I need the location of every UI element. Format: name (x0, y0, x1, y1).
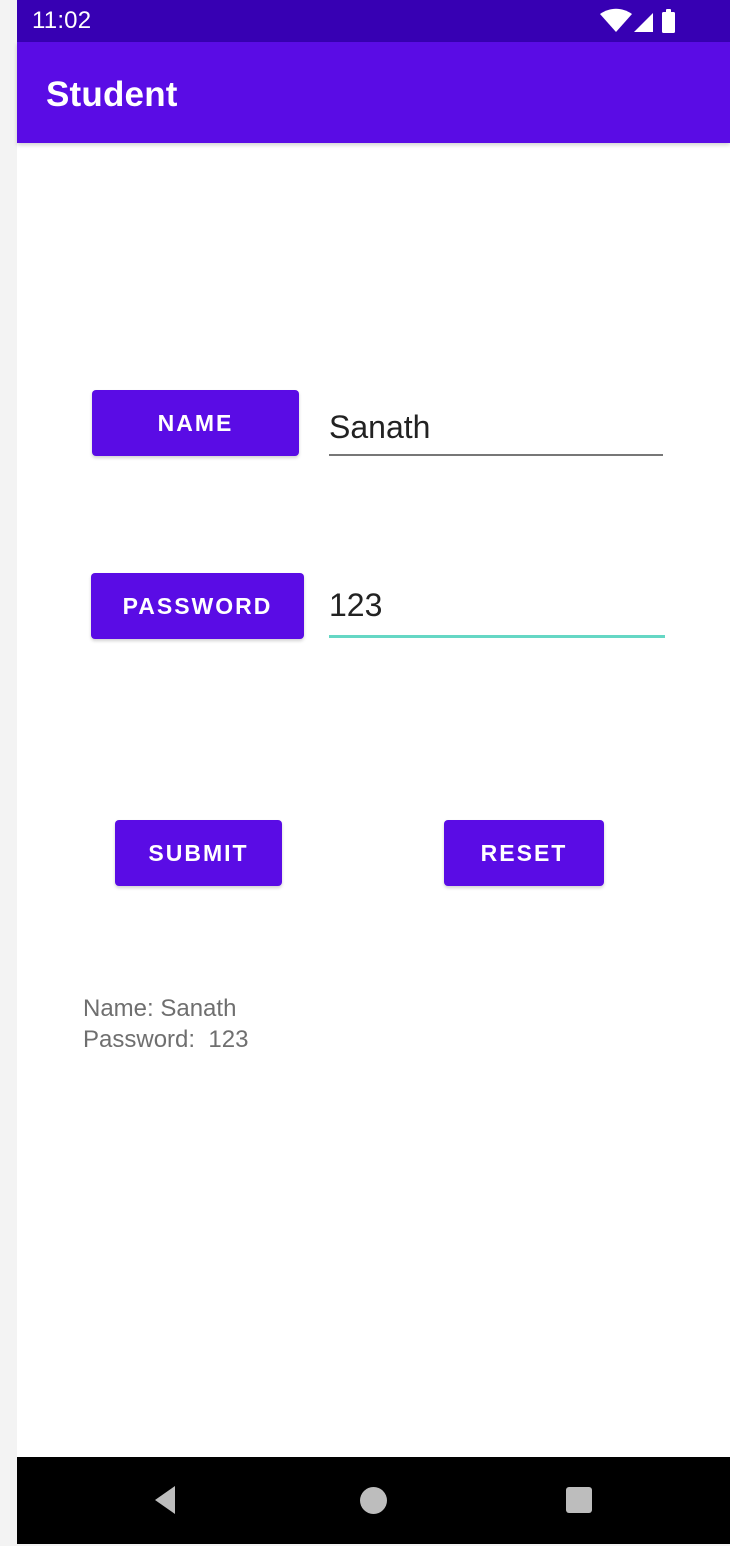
submit-button[interactable]: SUBMIT (115, 820, 282, 886)
name-input-value: Sanath (329, 409, 431, 445)
battery-icon (662, 9, 675, 33)
recents-button[interactable] (564, 1485, 594, 1515)
status-time: 11:02 (32, 7, 92, 34)
wifi-icon (600, 8, 632, 32)
password-input-value: 123 (329, 587, 383, 623)
recents-icon (566, 1487, 592, 1513)
output-text: Name: Sanath Password: 123 (83, 993, 248, 1055)
signal-icon (634, 13, 653, 32)
output-name-line: Name: Sanath (83, 995, 237, 1022)
back-icon (155, 1486, 175, 1514)
password-input[interactable]: 123 (329, 583, 665, 638)
home-icon (360, 1487, 387, 1514)
app-title: Student (46, 75, 178, 114)
home-button[interactable] (357, 1484, 390, 1517)
navigation-bar (17, 1457, 730, 1544)
password-button[interactable]: PASSWORD (91, 573, 304, 639)
phone-screen: 11:02 Student NAME Sanath PASSWORD 123 S… (17, 0, 730, 1544)
name-input[interactable]: Sanath (329, 405, 663, 456)
back-button[interactable] (149, 1482, 183, 1518)
output-password-line: Password: 123 (83, 1026, 249, 1053)
status-bar: 11:02 (17, 0, 730, 42)
reset-button[interactable]: RESET (444, 820, 604, 886)
main-content: NAME Sanath PASSWORD 123 SUBMIT RESET Na… (17, 143, 730, 1457)
status-icons (598, 8, 680, 34)
app-bar: Student (17, 42, 730, 143)
name-button[interactable]: NAME (92, 390, 299, 456)
